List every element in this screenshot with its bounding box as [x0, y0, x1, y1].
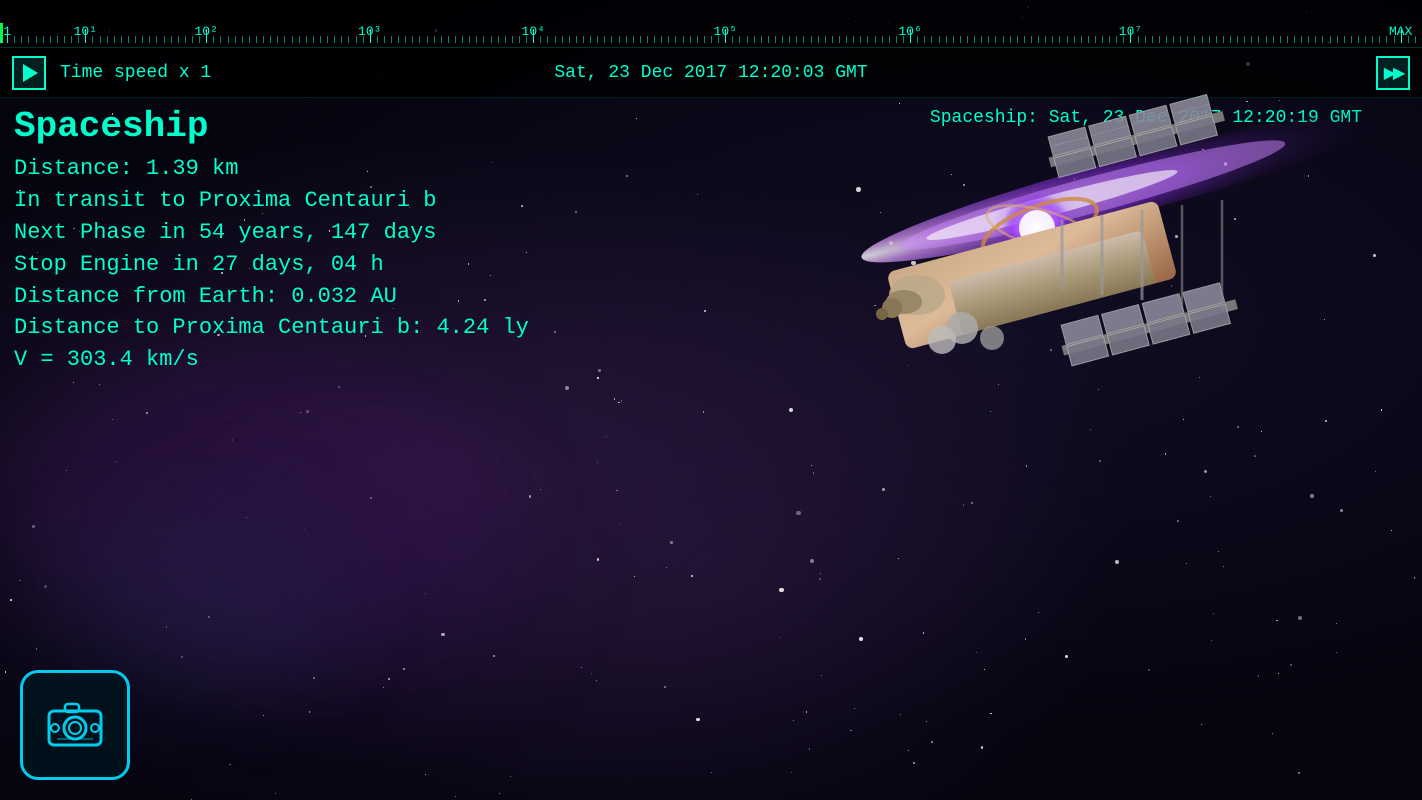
distance-line: Distance: 1.39 km	[14, 153, 529, 185]
transit-line: In transit to Proxima Centauri b	[14, 185, 529, 217]
camera-icon	[43, 693, 107, 757]
velocity-line: V = 303.4 km/s	[14, 344, 529, 376]
stop-engine-line: Stop Engine in 27 days, 04 h	[14, 249, 529, 281]
play-button[interactable]	[12, 56, 46, 90]
spaceship-3d-area	[672, 80, 1422, 660]
play-icon	[23, 64, 38, 82]
distance-earth-line: Distance from Earth: 0.032 AU	[14, 281, 529, 313]
spaceship-title: Spaceship	[14, 106, 529, 147]
ruler-bar: 110¹10²10³10⁴10⁵10⁶10⁷MAX	[0, 0, 1422, 48]
camera-button[interactable]	[20, 670, 130, 780]
next-phase-line: Next Phase in 54 years, 147 days	[14, 217, 529, 249]
time-speed-label: Time speed x 1	[60, 63, 211, 83]
info-panel: Spaceship Distance: 1.39 km In transit t…	[0, 98, 543, 384]
spaceship-svg	[672, 80, 1422, 660]
distance-proxima-line: Distance to Proxima Centauri b: 4.24 ly	[14, 312, 529, 344]
